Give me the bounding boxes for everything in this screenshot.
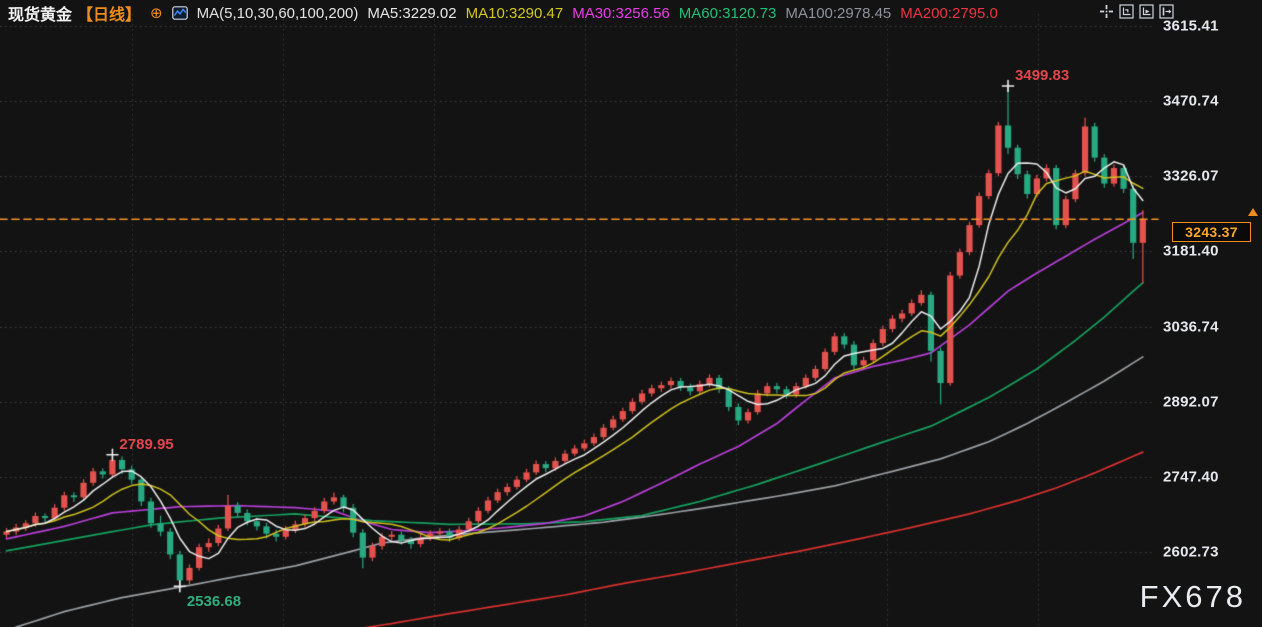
ma200-value: MA200:2795.0 — [900, 5, 998, 22]
pan-move-icon[interactable] — [1098, 3, 1114, 19]
pop-out-icon[interactable] — [1158, 3, 1174, 19]
ma10-value: MA10:3290.47 — [466, 5, 564, 22]
ma-params-label: MA(5,10,30,60,100,200) — [197, 5, 359, 22]
indicator-line-chart-icon[interactable] — [172, 6, 188, 20]
y-axis-tick: 2892.07 — [1163, 393, 1219, 410]
axis-scale-left-icon[interactable] — [1118, 3, 1134, 19]
price-annotation: 3499.83 — [1015, 67, 1069, 84]
gold-daily-chart-window: 现货黄金 【日线】 ⊕ MA(5,10,30,60,100,200) MA5:3… — [0, 0, 1262, 627]
y-axis-tick: 3615.41 — [1163, 18, 1219, 35]
ma60-value: MA60:3120.73 — [679, 5, 777, 22]
price-annotation: 2536.68 — [187, 593, 241, 610]
y-axis-tick: 3326.07 — [1163, 168, 1219, 185]
ma5-value: MA5:3229.02 — [367, 5, 456, 22]
candlestick-chart[interactable] — [0, 0, 1262, 627]
fx678-watermark: FX678 — [1140, 579, 1246, 615]
price-up-arrow-icon — [1248, 208, 1258, 216]
add-circle-icon[interactable]: ⊕ — [150, 6, 163, 21]
y-axis-tick: 3470.74 — [1163, 93, 1219, 110]
y-axis-tick: 3036.74 — [1163, 318, 1219, 335]
symbol-title: 现货黄金 — [8, 1, 72, 25]
timeframe-label: 【日线】 — [77, 1, 141, 25]
current-price-label: 3243.37 — [1172, 222, 1251, 242]
ma100-value: MA100:2978.45 — [785, 5, 891, 22]
price-annotation: 2789.95 — [119, 436, 173, 453]
chart-toolbar — [1098, 3, 1174, 19]
y-axis-tick: 2602.73 — [1163, 544, 1219, 561]
chart-header: 现货黄金 【日线】 ⊕ MA(5,10,30,60,100,200) MA5:3… — [8, 2, 998, 24]
ma30-value: MA30:3256.56 — [572, 5, 670, 22]
y-axis-tick: 2747.40 — [1163, 468, 1219, 485]
price-axis[interactable]: 3615.41 3470.74 3326.07 3181.40 3036.74 2892.… — [1150, 0, 1262, 627]
y-axis-tick: 3181.40 — [1163, 243, 1219, 260]
axis-scale-right-icon[interactable] — [1138, 3, 1154, 19]
